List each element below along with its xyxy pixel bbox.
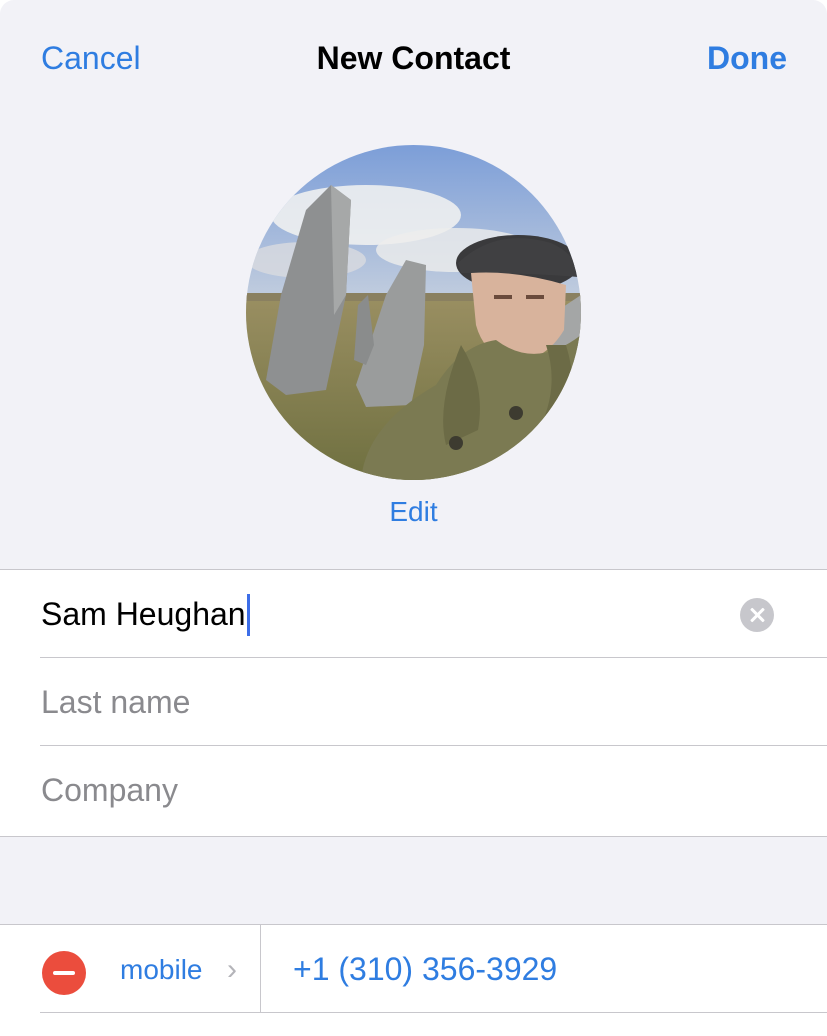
last-name-field[interactable]: Last name (41, 658, 190, 746)
phone-number-field[interactable]: +1 (310) 356-3929 (293, 949, 557, 989)
new-contact-sheet: Cancel New Contact Done Edit Sam Heughan… (0, 0, 827, 1036)
phone-row: mobile › +1 (310) 356-3929 (0, 925, 827, 1013)
text-caret (246, 593, 250, 636)
vertical-divider (260, 925, 261, 1013)
first-name-value: Sam Heughan (41, 596, 246, 632)
name-fields-group: Sam Heughan Last name Company (0, 569, 827, 837)
contact-photo-image (246, 145, 581, 480)
chevron-right-icon: › (227, 953, 237, 986)
company-field[interactable]: Company (41, 746, 178, 834)
phone-label-button[interactable]: mobile (120, 951, 202, 989)
first-name-field[interactable]: Sam Heughan (41, 570, 250, 658)
clear-text-icon[interactable] (740, 598, 774, 632)
last-name-row: Last name (0, 658, 827, 746)
company-row: Company (0, 746, 827, 834)
remove-phone-icon[interactable] (42, 951, 86, 995)
edit-photo-button[interactable]: Edit (389, 496, 437, 527)
page-title: New Contact (316, 40, 511, 76)
divider (40, 1012, 827, 1013)
contact-photo[interactable] (246, 145, 581, 480)
done-button[interactable]: Done (707, 38, 787, 78)
phone-fields-group: mobile › +1 (310) 356-3929 (0, 924, 827, 1036)
edit-photo-row: Edit (0, 495, 827, 529)
first-name-row: Sam Heughan (0, 570, 827, 658)
